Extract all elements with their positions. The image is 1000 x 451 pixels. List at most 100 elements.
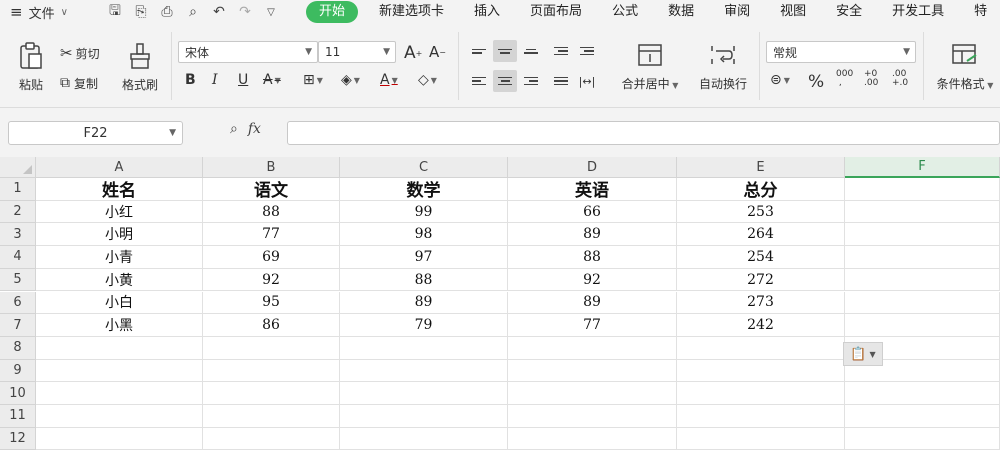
bold-icon[interactable]: B (185, 72, 196, 88)
row-header-11[interactable]: 11 (0, 405, 36, 428)
cell-c5[interactable]: 88 (340, 268, 508, 292)
row-header-7[interactable]: 7 (0, 314, 36, 337)
cell-a1[interactable]: 姓名 (36, 178, 203, 201)
cell-b11[interactable] (203, 405, 340, 428)
file-menu[interactable]: ≡ 文件 ∨ (0, 3, 100, 22)
row-header-1[interactable]: 1 (0, 178, 36, 201)
cell-b1[interactable]: 语文 (203, 178, 340, 201)
align-right-icon[interactable] (519, 70, 543, 92)
cell-e4[interactable]: 254 (677, 246, 845, 269)
fx-icon[interactable]: fx (248, 121, 261, 137)
cell-a7[interactable]: 小黑 (36, 314, 203, 337)
increase-font-icon[interactable]: A + (404, 43, 422, 63)
cell-b3[interactable]: 77 (203, 223, 340, 247)
align-left-icon[interactable] (467, 70, 491, 92)
cell-d7[interactable]: 77 (508, 314, 677, 337)
cell-d1[interactable]: 英语 (508, 178, 677, 201)
cell-b12[interactable] (203, 427, 340, 451)
zoom-icon[interactable]: ⌕ (230, 121, 238, 137)
cell-a4[interactable]: 小青 (36, 246, 203, 269)
cell-b6[interactable]: 95 (203, 291, 340, 315)
column-header-c[interactable]: C (340, 157, 508, 178)
decrease-indent-icon[interactable] (549, 40, 573, 62)
row-header-12[interactable]: 12 (0, 427, 36, 451)
clear-format-icon[interactable]: ◇ ▼ (418, 72, 437, 88)
cell-d9[interactable] (508, 359, 677, 383)
cell-b4[interactable]: 69 (203, 246, 340, 269)
cell-c10[interactable] (340, 382, 508, 405)
tab-new[interactable]: 新建选项卡 (364, 0, 459, 24)
decrease-decimal-icon[interactable]: .00 +.0 (892, 70, 908, 88)
row-header-9[interactable]: 9 (0, 359, 36, 383)
cell-c1[interactable]: 数学 (340, 178, 508, 201)
column-header-f[interactable]: F (845, 157, 1000, 178)
column-header-e[interactable]: E (677, 157, 845, 178)
column-header-d[interactable]: D (508, 157, 677, 178)
cell-d6[interactable]: 89 (508, 291, 677, 315)
cell-c4[interactable]: 97 (340, 246, 508, 269)
tab-formulas[interactable]: 公式 (597, 0, 653, 24)
tab-developer[interactable]: 开发工具 (877, 0, 959, 24)
cell-c8[interactable] (340, 336, 508, 360)
cell-b7[interactable]: 86 (203, 314, 340, 337)
tab-page-layout[interactable]: 页面布局 (515, 0, 597, 24)
tab-special[interactable]: 特 (959, 0, 987, 24)
cell-f12[interactable] (845, 427, 1000, 451)
copy-button[interactable]: ⧉ 复制 (60, 72, 98, 94)
increase-decimal-icon[interactable]: +0.00 (864, 70, 878, 88)
conditional-format-button[interactable]: 条件格式 ▼ (930, 38, 1000, 96)
cell-c2[interactable]: 99 (340, 200, 508, 224)
cell-d3[interactable]: 89 (508, 223, 677, 247)
cell-c9[interactable] (340, 359, 508, 383)
cell-e2[interactable]: 253 (677, 200, 845, 224)
cell-e1[interactable]: 总分 (677, 178, 845, 201)
justify-icon[interactable] (549, 70, 573, 92)
cell-e3[interactable]: 264 (677, 223, 845, 247)
align-center-icon[interactable] (493, 70, 517, 92)
cell-a9[interactable] (36, 359, 203, 383)
cell-e10[interactable] (677, 382, 845, 405)
cell-d12[interactable] (508, 427, 677, 451)
percent-icon[interactable]: % (808, 72, 824, 92)
cell-c6[interactable]: 89 (340, 291, 508, 315)
strikethrough-icon[interactable]: A ▼ (263, 72, 281, 88)
cell-d2[interactable]: 66 (508, 200, 677, 224)
tab-data[interactable]: 数据 (653, 0, 709, 24)
tab-insert[interactable]: 插入 (459, 0, 515, 24)
cell-a12[interactable] (36, 427, 203, 451)
tab-review[interactable]: 审阅 (709, 0, 765, 24)
row-header-5[interactable]: 5 (0, 268, 36, 292)
thousands-separator-icon[interactable]: 000 , (836, 70, 853, 88)
tab-view[interactable]: 视图 (765, 0, 821, 24)
align-middle-icon[interactable] (493, 40, 517, 62)
align-bottom-icon[interactable] (519, 40, 543, 62)
cell-e12[interactable] (677, 427, 845, 451)
save-icon[interactable]: 🖫 (106, 0, 124, 24)
row-header-3[interactable]: 3 (0, 223, 36, 247)
italic-icon[interactable]: I (212, 72, 218, 88)
cell-f2[interactable] (845, 200, 1000, 224)
name-box[interactable]: F22 ▼ (8, 121, 183, 145)
cell-f11[interactable] (845, 405, 1000, 428)
cell-e11[interactable] (677, 405, 845, 428)
cell-c12[interactable] (340, 427, 508, 451)
cut-button[interactable]: ✂ 剪切 (60, 42, 100, 64)
cell-e5[interactable]: 272 (677, 268, 845, 292)
cell-e6[interactable]: 273 (677, 291, 845, 315)
cell-f1[interactable] (845, 178, 1000, 201)
underline-icon[interactable]: U (238, 72, 248, 88)
row-header-4[interactable]: 4 (0, 246, 36, 269)
cell-c3[interactable]: 98 (340, 223, 508, 247)
cell-f6[interactable] (845, 291, 1000, 315)
cell-b9[interactable] (203, 359, 340, 383)
print-icon[interactable]: ⎙ (158, 4, 176, 20)
cell-b10[interactable] (203, 382, 340, 405)
paste-button[interactable]: 粘贴 (10, 38, 52, 96)
cell-a10[interactable] (36, 382, 203, 405)
cell-c7[interactable]: 79 (340, 314, 508, 337)
cell-b2[interactable]: 88 (203, 200, 340, 224)
cell-a5[interactable]: 小黄 (36, 268, 203, 292)
cell-f10[interactable] (845, 382, 1000, 405)
fill-color-icon[interactable]: ◈ ▼ (341, 72, 360, 88)
font-color-icon[interactable]: A ▼ (380, 72, 398, 88)
